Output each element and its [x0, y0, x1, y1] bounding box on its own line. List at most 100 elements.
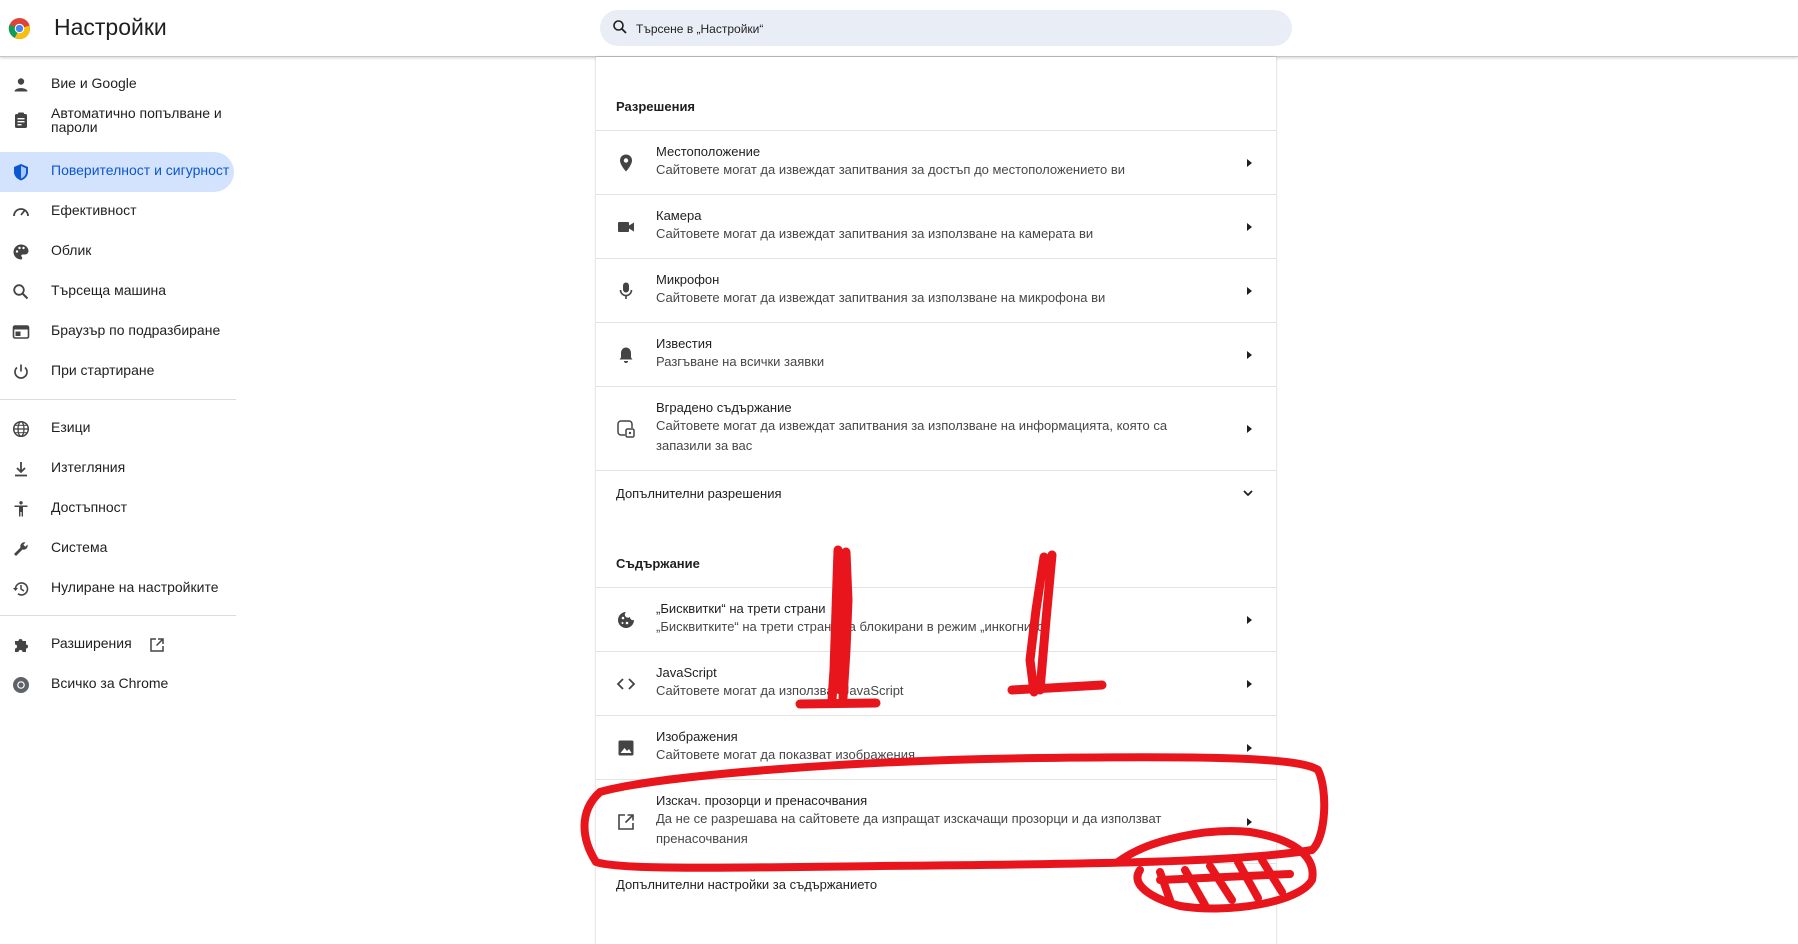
sidebar-divider — [0, 615, 236, 616]
open-in-new-icon — [618, 814, 634, 830]
image-icon — [618, 740, 634, 756]
section-title-permissions: Разрешения — [616, 99, 696, 114]
sidebar-item-label: Поверителност и сигурност — [51, 162, 230, 178]
arrow-right-icon — [1247, 680, 1252, 688]
row-subtitle: Сайтовете могат да извеждат запитвания з… — [656, 418, 1168, 453]
sidebar-item-accessibility[interactable]: Достъпност — [0, 489, 234, 529]
row-title: Вградено съдържание — [656, 400, 792, 415]
arrow-right-icon — [1247, 287, 1252, 295]
sidebar-item-label: Изтегляния — [51, 459, 126, 475]
chrome-icon — [13, 677, 29, 693]
page-title: Настройки — [54, 14, 167, 40]
microphone-icon — [619, 282, 633, 299]
sidebar-item-extensions[interactable]: Разширения — [0, 625, 234, 665]
permission-row-camera[interactable]: Камера Сайтовете могат да извеждат запит… — [596, 194, 1276, 259]
clipboard-icon — [15, 112, 27, 128]
additional-permissions-label: Допълнителни разрешения — [616, 486, 782, 501]
location-pin-icon — [620, 154, 632, 172]
arrow-right-icon — [1247, 818, 1252, 826]
globe-icon — [12, 420, 30, 438]
sidebar-item-label: Ефективност — [51, 202, 137, 218]
sidebar-item-label: Всичко за Chrome — [51, 675, 169, 691]
permission-row-notifications[interactable]: Известия Разгъване на всички заявки — [596, 322, 1276, 387]
chrome-logo-icon — [8, 17, 31, 40]
row-subtitle: Сайтовете могат да използват JavaScript — [656, 683, 904, 698]
browser-icon — [12, 325, 30, 339]
history-icon — [13, 582, 29, 596]
sidebar-item-label: Система — [51, 539, 108, 555]
code-icon — [616, 678, 636, 690]
permission-row-location[interactable]: Местоположение Сайтовете могат да извежд… — [596, 130, 1276, 195]
permission-row-embedded-content[interactable]: Вградено съдържание Сайтовете могат да и… — [596, 386, 1276, 471]
sidebar-item-appearance[interactable]: Облик — [0, 232, 234, 272]
sidebar-item-privacy[interactable]: Поверителност и сигурност — [0, 152, 234, 192]
row-subtitle: Сайтовете могат да показват изображения — [656, 747, 916, 762]
row-subtitle: Да не се разрешава на сайтовете да изпра… — [656, 811, 1162, 846]
sidebar-item-languages[interactable]: Езици — [0, 409, 234, 449]
row-title: Изскач. прозорци и пренасочвания — [656, 793, 868, 808]
settings-panel: Разрешения Местоположение Сайтовете мога… — [596, 57, 1276, 944]
arrow-right-icon — [1247, 351, 1252, 359]
row-title: Местоположение — [656, 144, 761, 159]
power-icon — [14, 364, 28, 379]
content-row-images[interactable]: Изображения Сайтовете могат да показват … — [596, 715, 1276, 780]
row-subtitle: „Бисквитките“ на трети страни са блокира… — [656, 619, 1049, 634]
sidebar-item-label: Автоматично попълване и пароли — [51, 105, 222, 135]
sidebar-item-search-engine[interactable]: Търсеща машина — [0, 272, 234, 312]
row-title: Известия — [656, 336, 713, 351]
sidebar-item-about-chrome[interactable]: Всичко за Chrome — [0, 665, 234, 705]
sidebar-divider — [0, 399, 236, 400]
sidebar-item-label: Езици — [51, 419, 91, 435]
sidebar-item-downloads[interactable]: Изтегляния — [0, 449, 234, 489]
row-title: Камера — [656, 208, 702, 223]
camera-icon — [618, 222, 634, 232]
cookie-icon — [618, 612, 634, 628]
additional-content-settings[interactable]: Допълнителни настройки за съдържанието — [596, 863, 1276, 910]
sidebar-item-label: Вие и Google — [51, 75, 137, 91]
row-subtitle: Сайтовете могат да извеждат запитвания з… — [656, 162, 1125, 177]
person-icon — [14, 78, 28, 92]
arrow-right-icon — [1247, 425, 1252, 433]
content-row-third-party-cookies[interactable]: „Бисквитки“ на трети страни „Бисквитките… — [596, 587, 1276, 652]
row-title: JavaScript — [656, 665, 717, 680]
search-box[interactable] — [600, 10, 1292, 48]
sidebar-item-performance[interactable]: Ефективност — [0, 192, 234, 232]
row-title: Микрофон — [656, 272, 720, 287]
sidebar-item-autofill[interactable]: Автоматично попълване и пароли — [0, 100, 234, 140]
sidebar-item-reset-settings[interactable]: Нулиране на настройките — [0, 569, 234, 609]
bell-icon — [619, 347, 633, 363]
sidebar-item-label: Облик — [51, 242, 92, 258]
sidebar-item-on-startup[interactable]: При стартиране — [0, 352, 234, 392]
content-row-popups-redirects[interactable]: Изскач. прозорци и пренасочвания Да не с… — [596, 779, 1276, 864]
sidebar-item-label: Нулиране на настройките — [51, 579, 219, 595]
sidebar-item-system[interactable]: Система — [0, 529, 234, 569]
content-row-javascript[interactable]: JavaScript Сайтовете могат да използват … — [596, 651, 1276, 716]
search-icon — [13, 284, 29, 300]
sidebar-item-you-and-google[interactable]: Вие и Google — [0, 65, 234, 105]
sidebar-item-label: Разширения — [51, 635, 132, 651]
speedometer-icon — [13, 208, 29, 217]
arrow-right-icon — [1247, 159, 1252, 167]
additional-permissions-expander[interactable]: Допълнителни разрешения — [596, 470, 1276, 517]
sidebar-item-label: Търсеща машина — [51, 282, 167, 298]
embedded-content-icon — [617, 420, 635, 438]
row-title: Изображения — [656, 729, 738, 744]
sidebar-item-default-browser[interactable]: Браузър по подразбиране — [0, 312, 234, 352]
permission-row-microphone[interactable]: Микрофон Сайтовете могат да извеждат зап… — [596, 258, 1276, 323]
arrow-right-icon — [1247, 616, 1252, 624]
sidebar-item-label: Браузър по подразбиране — [51, 322, 221, 338]
row-subtitle: Сайтовете могат да извеждат запитвания з… — [656, 290, 1106, 305]
accessibility-icon — [14, 501, 28, 517]
section-title-content: Съдържание — [616, 556, 700, 571]
shield-icon — [14, 164, 28, 181]
download-icon — [15, 462, 27, 477]
palette-icon — [13, 244, 29, 260]
row-title: „Бисквитки“ на трети страни — [656, 601, 826, 616]
arrow-right-icon — [1247, 223, 1252, 231]
row-subtitle: Сайтовете могат да извеждат запитвания з… — [656, 226, 1094, 241]
search-input[interactable] — [634, 10, 1258, 48]
sidebar-item-label: Достъпност — [51, 499, 128, 515]
arrow-right-icon — [1247, 744, 1252, 752]
row-subtitle: Разгъване на всички заявки — [656, 354, 825, 369]
search-icon — [613, 20, 627, 34]
